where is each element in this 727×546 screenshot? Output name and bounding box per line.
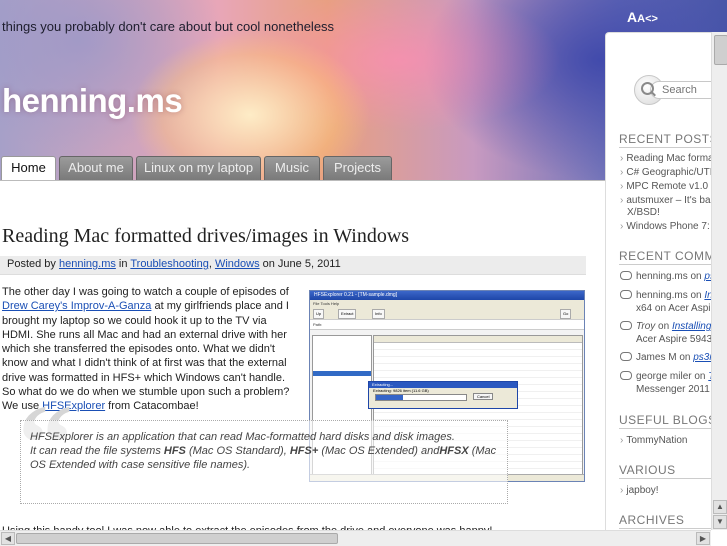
comment-author: george miler (636, 371, 692, 382)
screenshot-info-button: Info (372, 309, 385, 319)
screenshot-menubar: File Tools Help (310, 300, 584, 307)
comment-author: James M (636, 352, 677, 363)
comment-bubble-icon (620, 289, 632, 299)
recent-posts-heading: RECENT POSTS (619, 132, 719, 146)
recent-post-item[interactable]: › MPC Remote v1.0 (620, 181, 708, 193)
comment-author: henning.ms (636, 271, 688, 282)
screenshot-extract-button: Extract (338, 309, 357, 319)
comment-on: on (658, 321, 670, 332)
dialog-progress (375, 394, 467, 401)
quote-hfsx: HFSX (439, 445, 469, 457)
vertical-scroll-thumb[interactable] (714, 35, 727, 65)
text-size-large[interactable]: A (627, 9, 637, 25)
screenshot-go-button: Go (560, 309, 572, 319)
tab-about-me[interactable]: About me (59, 156, 133, 180)
text-size-arrows[interactable]: <> (645, 13, 658, 25)
recent-post-label[interactable]: Windows Phone 7: a (626, 221, 718, 232)
comment-item: Troy on Installing (620, 320, 711, 333)
comment-on: on (690, 271, 702, 282)
recent-post-label[interactable]: C# Geographic/UTI (626, 167, 712, 178)
tab-music[interactable]: Music (264, 156, 320, 180)
sidebar: RECENT POSTS ›Reading Mac forma ›C# Geog… (605, 32, 727, 546)
horizontal-scroll-thumb[interactable] (16, 533, 338, 544)
recent-post-label[interactable]: autsmuxer – It's ba (626, 195, 710, 206)
body-text-3: from Catacombae! (105, 400, 199, 413)
comment-item: george miler on T (620, 370, 714, 383)
comment-post-link-cont[interactable]: x64 on Acer Aspire (636, 303, 719, 315)
recent-post-item[interactable]: › Reading Mac forma (620, 153, 714, 165)
vertical-scrollbar[interactable]: ▲ ▼ (711, 32, 727, 530)
category-link-troubleshooting[interactable]: Troubleshooting (130, 258, 208, 270)
comment-post-link-cont[interactable]: Acer Aspire 5943 (636, 334, 712, 346)
archives-heading: ARCHIVES (619, 513, 685, 527)
text-size-widget[interactable]: AA<> (627, 9, 658, 25)
recent-post-item-cont[interactable]: X/BSD! (627, 207, 660, 219)
comment-on: on (690, 290, 702, 301)
quote-hfsplus: HFS+ (289, 445, 319, 457)
tab-linux-on-my-laptop[interactable]: Linux on my laptop (136, 156, 261, 180)
blockquote: HFSExplorer is an application that can r… (20, 420, 508, 504)
recent-post-item[interactable]: › C# Geographic/UTI (620, 167, 713, 179)
comment-post-link[interactable]: Installing (672, 321, 711, 332)
text-size-small[interactable]: A (637, 13, 645, 25)
dialog-cancel-button: Cancel (473, 393, 494, 400)
tab-projects[interactable]: Projects (323, 156, 392, 180)
screenshot-pathbar: Path: (310, 320, 584, 330)
meta-date: on June 5, 2011 (262, 258, 341, 270)
site-title[interactable]: henning.ms (2, 82, 183, 120)
scroll-up-icon[interactable]: ▲ (713, 500, 727, 514)
blog-link-item[interactable]: › TommyNation (620, 435, 687, 447)
comment-item: henning.ms on Ins (620, 289, 718, 302)
screenshot-up-button: Up (313, 309, 325, 319)
screenshot-extract-dialog: Extracting... Extracting: 9826 item (11.… (368, 381, 518, 409)
various-link-item[interactable]: › japboy! (620, 485, 659, 497)
recent-post-label[interactable]: MPC Remote v1.0 (626, 181, 708, 192)
comment-author: henning.ms (636, 290, 688, 301)
comment-bubble-icon (620, 270, 632, 280)
category-link-windows[interactable]: Windows (215, 258, 260, 270)
quote-text-a: It can read the file systems (30, 445, 164, 457)
recent-post-item[interactable]: › Windows Phone 7: a (620, 221, 718, 233)
comment-post-link-cont[interactable]: Messenger 2011 (636, 384, 710, 396)
comment-on: on (679, 352, 691, 363)
quote-line-1: HFSExplorer is an application that can r… (30, 431, 455, 443)
comment-bubble-icon (620, 370, 632, 380)
horizontal-scrollbar[interactable]: ◀ ▶ (0, 530, 711, 546)
meta-posted-by: Posted by (7, 258, 56, 270)
comment-item: James M on ps3n (620, 351, 715, 364)
site-tagline: things you probably don't care about but… (2, 19, 335, 34)
scroll-left-icon[interactable]: ◀ (1, 532, 15, 545)
scroll-right-icon[interactable]: ▶ (696, 532, 710, 545)
recent-post-label[interactable]: Reading Mac forma (626, 153, 713, 164)
meta-in: in (118, 258, 128, 270)
search-icon[interactable] (641, 82, 654, 95)
scroll-down-icon[interactable]: ▼ (713, 515, 727, 529)
quote-hfs: HFS (163, 445, 186, 457)
comment-item: henning.ms on ps3 (620, 270, 721, 283)
comment-bubble-icon (620, 320, 632, 330)
screenshot-titlebar: HFSExplorer 0.21 - [TM-sample.dmg] (310, 291, 584, 300)
tab-home[interactable]: Home (1, 156, 56, 180)
nav-divider (0, 180, 605, 181)
quote-text-d: (Mac OS Extended) and (318, 445, 440, 457)
various-heading: VARIOUS (619, 463, 676, 477)
drew-carey-link[interactable]: Drew Carey's Improv-A-Ganza (2, 300, 151, 312)
author-link[interactable]: henning.ms (59, 258, 116, 270)
meta-separator: , (208, 258, 212, 270)
various-link-label[interactable]: japboy! (626, 485, 658, 496)
recent-comments-heading: RECENT COMME (619, 249, 724, 263)
screenshot-toolbar: Up Extract Info Go (310, 307, 584, 320)
recent-post-item[interactable]: › autsmuxer – It's ba (620, 195, 711, 207)
blog-link-label[interactable]: TommyNation (626, 435, 687, 446)
useful-blogs-heading: USEFUL BLOGS (619, 413, 717, 427)
body-text-1: The other day I was going to watch a cou… (2, 286, 289, 298)
post-meta: Posted by henning.ms in Troubleshooting,… (0, 256, 586, 275)
post-title[interactable]: Reading Mac formatted drives/images in W… (2, 225, 409, 248)
comment-on: on (694, 371, 706, 382)
comment-bubble-icon (620, 351, 632, 361)
comment-author: Troy (636, 321, 656, 332)
quote-text-c: (Mac OS Standard), (185, 445, 290, 457)
